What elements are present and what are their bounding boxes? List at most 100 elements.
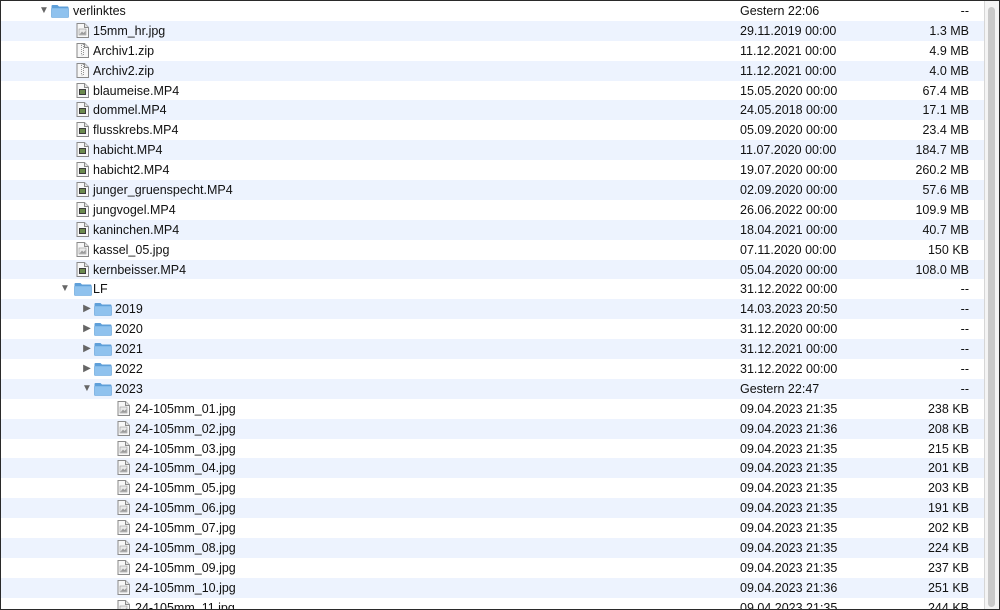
file-row[interactable]: 15mm_hr.jpg 29.11.2019 00:00 1.3 MB xyxy=(1,20,986,41)
video-file-icon xyxy=(76,261,89,277)
disclosure-triangle-down-icon[interactable]: ▼ xyxy=(82,379,92,399)
vertical-scrollbar[interactable] xyxy=(984,1,999,609)
folder-icon xyxy=(94,322,112,337)
file-row[interactable]: 24-105mm_10.jpg 09.04.2023 21:36 251 KB xyxy=(1,577,986,598)
disclosure-triangle-right-icon[interactable]: ▶ xyxy=(82,299,92,319)
item-date-modified: 24.05.2018 00:00 xyxy=(740,103,838,118)
disclosure-triangle-right-icon[interactable]: ▶ xyxy=(82,359,92,379)
scrollbar-thumb[interactable] xyxy=(988,7,995,607)
item-name: 2023 xyxy=(115,381,143,396)
item-name: 24-105mm_04.jpg xyxy=(135,461,236,476)
file-row[interactable]: 24-105mm_05.jpg 09.04.2023 21:35 203 KB xyxy=(1,478,986,498)
file-row[interactable]: 24-105mm_11.jpg 09.04.2023 21:35 244 KB xyxy=(1,598,986,610)
file-row[interactable]: 24-105mm_01.jpg 09.04.2023 21:35 238 KB xyxy=(1,399,986,419)
item-date-modified: 11.07.2020 00:00 xyxy=(740,143,837,158)
item-name: 24-105mm_07.jpg xyxy=(135,521,236,536)
item-date-modified: 02.09.2020 00:00 xyxy=(740,183,838,198)
folder-row[interactable]: ▼ verlinktes Gestern 22:06 -- xyxy=(1,1,986,21)
image-file-icon xyxy=(117,520,130,536)
item-date-modified: 09.04.2023 21:35 xyxy=(740,481,838,496)
item-name: blaumeise.MP4 xyxy=(93,83,180,98)
file-row[interactable]: flusskrebs.MP4 05.09.2020 00:00 23.4 MB xyxy=(1,120,986,140)
item-name: 24-105mm_02.jpg xyxy=(135,421,236,436)
file-row[interactable]: 24-105mm_06.jpg 09.04.2023 21:35 191 KB xyxy=(1,498,986,519)
folder-row[interactable]: ▶ 2022 31.12.2022 00:00 -- xyxy=(1,359,986,379)
folder-row[interactable]: ▶ 2021 31.12.2021 00:00 -- xyxy=(1,339,986,360)
item-size: 238 KB xyxy=(927,401,969,416)
file-row[interactable]: 24-105mm_03.jpg 09.04.2023 21:35 215 KB xyxy=(1,439,986,459)
file-row[interactable]: dommel.MP4 24.05.2018 00:00 17.1 MB xyxy=(1,100,986,121)
file-row[interactable]: kaninchen.MP4 18.04.2021 00:00 40.7 MB xyxy=(1,219,986,240)
file-row[interactable]: kassel_05.jpg 07.11.2020 00:00 150 KB xyxy=(1,240,986,260)
item-size: 40.7 MB xyxy=(922,222,969,237)
item-name: kaninchen.MP4 xyxy=(93,222,180,237)
item-size: -- xyxy=(960,381,969,396)
item-date-modified: 31.12.2022 00:00 xyxy=(740,362,838,377)
item-name: Archiv1.zip xyxy=(93,43,155,58)
file-list: ▼ verlinktes Gestern 22:06 -- 15mm_hr.jpg 29.… xyxy=(1,1,986,610)
item-name: 24-105mm_01.jpg xyxy=(135,401,236,416)
item-size: 109.9 MB xyxy=(915,202,969,217)
item-date-modified: 09.04.2023 21:35 xyxy=(740,441,838,456)
item-date-modified: 09.04.2023 21:36 xyxy=(740,580,838,595)
file-row[interactable]: habicht.MP4 11.07.2020 00:00 184.7 MB xyxy=(1,140,986,161)
item-date-modified: 09.04.2023 21:35 xyxy=(740,501,838,516)
item-size: 244 KB xyxy=(927,600,969,610)
image-file-icon xyxy=(117,559,130,575)
item-size: -- xyxy=(960,362,969,377)
file-row[interactable]: habicht2.MP4 19.07.2020 00:00 260.2 MB xyxy=(1,160,986,180)
item-size: 260.2 MB xyxy=(915,163,969,178)
item-date-modified: 09.04.2023 21:35 xyxy=(740,560,838,575)
disclosure-triangle-down-icon[interactable]: ▼ xyxy=(60,279,70,299)
folder-row[interactable]: ▶ 2020 31.12.2020 00:00 -- xyxy=(1,319,986,339)
item-date-modified: 11.12.2021 00:00 xyxy=(740,63,837,78)
item-size: 57.6 MB xyxy=(922,183,969,198)
video-file-icon xyxy=(76,201,89,217)
file-row[interactable]: 24-105mm_08.jpg 09.04.2023 21:35 224 KB xyxy=(1,538,986,558)
item-date-modified: 26.06.2022 00:00 xyxy=(740,202,838,217)
folder-icon xyxy=(94,382,112,396)
item-date-modified: 09.04.2023 21:35 xyxy=(740,401,838,416)
file-row[interactable]: 24-105mm_09.jpg 09.04.2023 21:35 237 KB xyxy=(1,558,986,578)
item-name: verlinktes xyxy=(73,4,126,18)
item-date-modified: 05.09.2020 00:00 xyxy=(740,123,838,138)
zip-file-icon xyxy=(76,62,89,78)
item-date-modified: 11.12.2021 00:00 xyxy=(740,43,837,58)
disclosure-triangle-right-icon[interactable]: ▶ xyxy=(82,319,92,339)
zip-file-icon xyxy=(76,42,89,58)
file-row[interactable]: junger_gruenspecht.MP4 02.09.2020 00:00 57… xyxy=(1,180,986,200)
image-file-icon xyxy=(117,440,130,456)
file-row[interactable]: Archiv1.zip 11.12.2021 00:00 4.9 MB xyxy=(1,41,986,61)
item-date-modified: 09.04.2023 21:35 xyxy=(740,521,838,536)
file-row[interactable]: kernbeisser.MP4 05.04.2020 00:00 108.0 MB xyxy=(1,259,986,280)
item-name: 2021 xyxy=(115,342,143,357)
disclosure-triangle-down-icon[interactable]: ▼ xyxy=(39,1,49,21)
item-name: habicht2.MP4 xyxy=(93,163,170,178)
item-date-modified: 09.04.2023 21:35 xyxy=(740,600,838,610)
video-file-icon xyxy=(76,162,89,178)
file-row[interactable]: 24-105mm_02.jpg 09.04.2023 21:36 208 KB xyxy=(1,418,986,439)
item-size: -- xyxy=(960,282,969,297)
folder-row[interactable]: ▼ 2023 Gestern 22:47 -- xyxy=(1,378,986,399)
file-row[interactable]: blaumeise.MP4 15.05.2020 00:00 67.4 MB xyxy=(1,81,986,101)
disclosure-triangle-right-icon[interactable]: ▶ xyxy=(82,339,92,359)
file-row[interactable]: Archiv2.zip 11.12.2021 00:00 4.0 MB xyxy=(1,60,986,81)
item-name: dommel.MP4 xyxy=(93,103,167,118)
folder-row[interactable]: ▶ 2019 14.03.2023 20:50 -- xyxy=(1,299,986,320)
folder-row[interactable]: ▼ LF 31.12.2022 00:00 -- xyxy=(1,279,986,299)
item-date-modified: 31.12.2021 00:00 xyxy=(740,342,838,357)
item-date-modified: 29.11.2019 00:00 xyxy=(740,23,837,38)
item-date-modified: 07.11.2020 00:00 xyxy=(740,242,837,257)
item-size: 202 KB xyxy=(927,521,969,536)
folder-icon xyxy=(94,302,112,317)
item-date-modified: 18.04.2021 00:00 xyxy=(740,222,838,237)
file-row[interactable]: jungvogel.MP4 26.06.2022 00:00 109.9 MB xyxy=(1,200,986,220)
file-row[interactable]: 24-105mm_07.jpg 09.04.2023 21:35 202 KB xyxy=(1,518,986,538)
item-size: 4.0 MB xyxy=(929,63,969,78)
item-size: 237 KB xyxy=(927,560,969,575)
file-row[interactable]: 24-105mm_04.jpg 09.04.2023 21:35 201 KB xyxy=(1,458,986,479)
image-file-icon xyxy=(117,480,130,496)
item-size: -- xyxy=(960,4,969,18)
video-file-icon xyxy=(76,221,89,237)
item-size: 4.9 MB xyxy=(929,43,969,58)
